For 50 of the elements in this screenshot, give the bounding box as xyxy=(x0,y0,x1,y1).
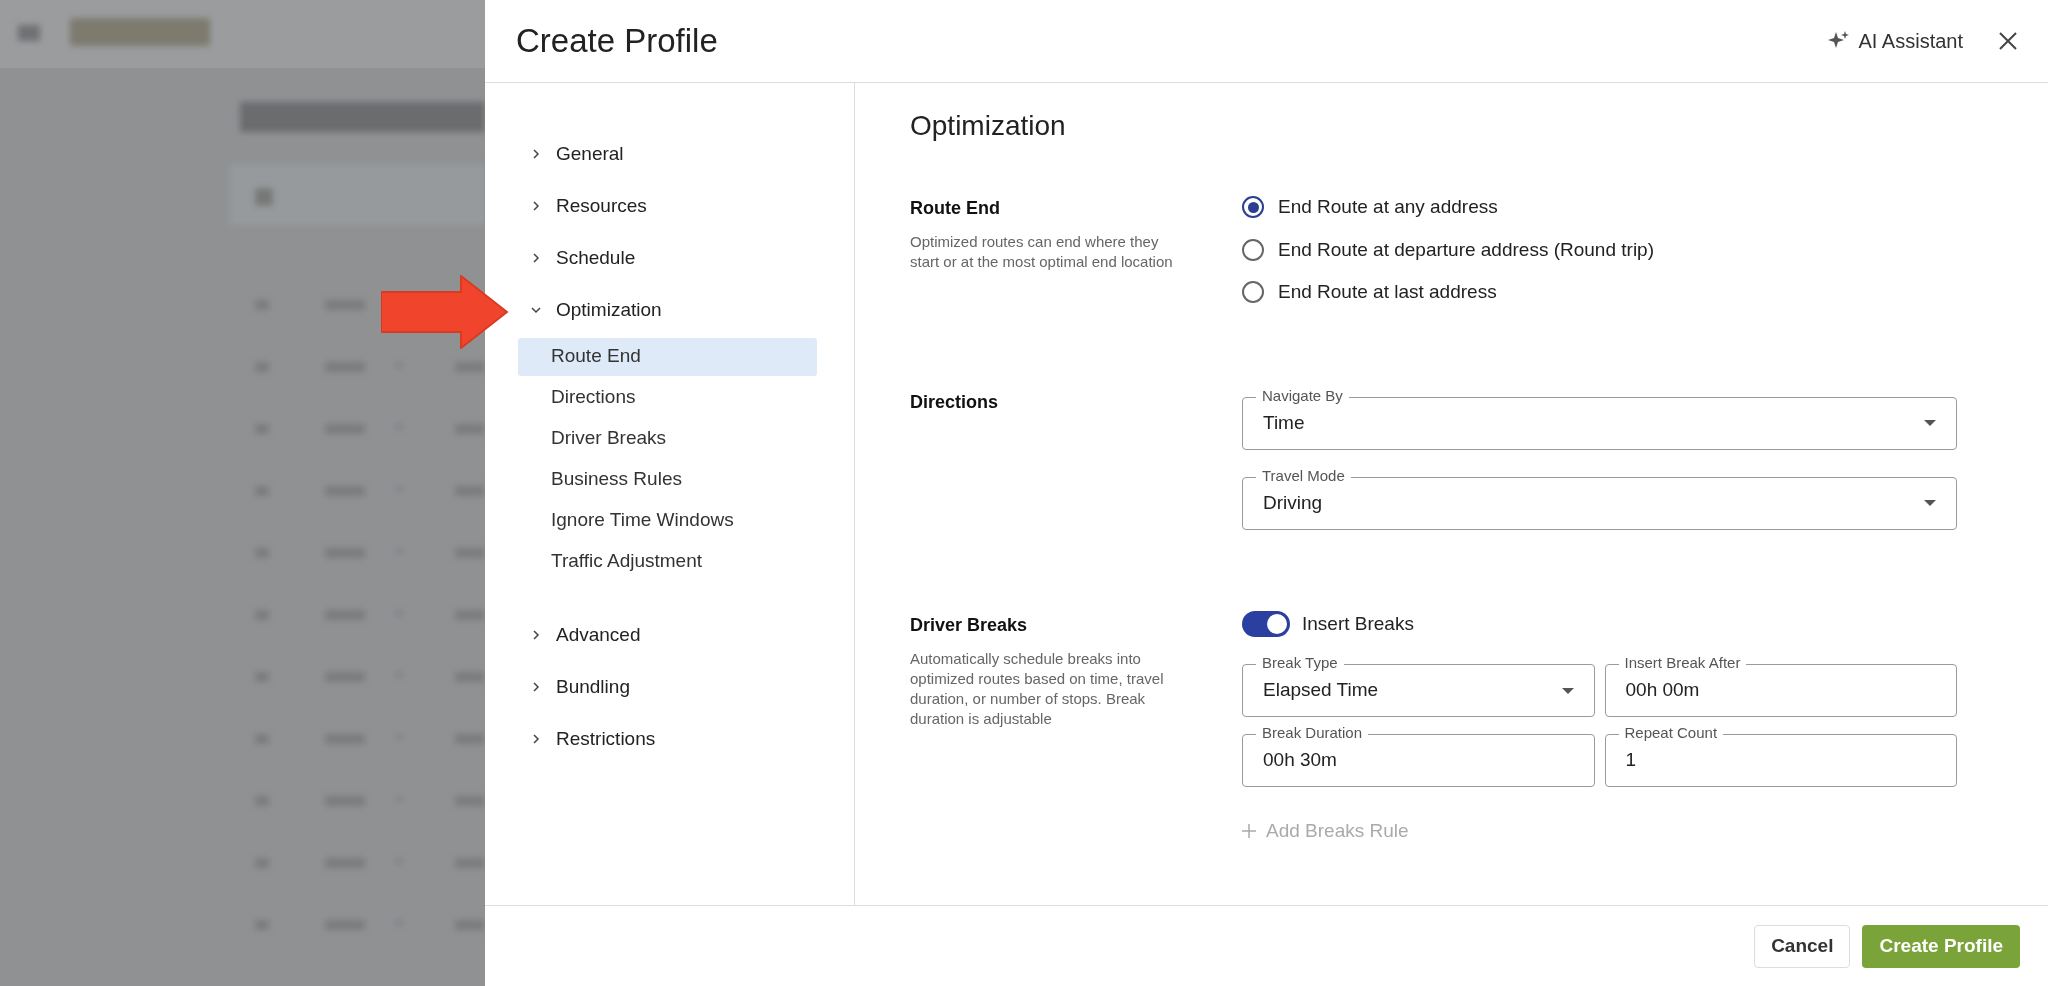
sidebar-subitem[interactable]: Directions xyxy=(518,378,817,417)
sidebar-item[interactable]: Bundling xyxy=(518,661,817,713)
field-value: Driving xyxy=(1263,490,1324,515)
sidebar-subitem[interactable]: Traffic Adjustment xyxy=(518,542,817,581)
field-value: 00h 00m xyxy=(1625,678,1701,703)
field-value: Elapsed Time xyxy=(1263,678,1380,703)
section-title: Route End xyxy=(910,197,1001,220)
close-icon[interactable] xyxy=(1999,32,2017,50)
sidebar-item[interactable]: Advanced xyxy=(518,609,817,661)
pointer-arrow-icon xyxy=(381,274,509,350)
radio-label: End Route at departure address (Round trip) xyxy=(1278,237,1654,262)
toggle-label: Insert Breaks xyxy=(1302,611,1414,636)
sidebar-item[interactable]: Optimization xyxy=(518,284,817,336)
sidebar-item[interactable]: Schedule xyxy=(518,232,817,284)
chevron-icon xyxy=(530,200,542,212)
field-value: 00h 30m xyxy=(1263,748,1338,773)
section-title: Driver Breaks xyxy=(910,613,1029,637)
radio-button[interactable] xyxy=(1242,238,1264,261)
sidebar-subitem[interactable]: Route End xyxy=(518,337,817,376)
field-value: Time xyxy=(1263,410,1306,435)
section-description: Automatically schedule breaks into optimized routes based on time, travel duration, or number of stops. Break duration is adjustable xyxy=(910,648,1165,729)
ai-assistant-button[interactable]: AI Assistant xyxy=(1826,26,1963,56)
sidebar-item[interactable]: General xyxy=(518,128,817,180)
chevron-icon xyxy=(530,733,542,745)
sidebar-item[interactable]: Resources xyxy=(518,180,817,232)
field-label: Break Type xyxy=(1256,654,1344,672)
dropdown-caret-icon xyxy=(1924,500,1936,506)
chevron-icon xyxy=(530,629,542,641)
chevron-icon xyxy=(530,252,542,264)
radio-label: End Route at last address xyxy=(1278,280,1497,304)
chevron-icon xyxy=(530,304,542,316)
plus-icon xyxy=(1242,824,1256,839)
chevron-icon xyxy=(530,148,542,160)
content-title: Optimization xyxy=(910,109,1067,143)
field-value: 1 xyxy=(1625,748,1638,773)
radio-button[interactable] xyxy=(1242,196,1264,219)
cancel-button[interactable]: Cancel xyxy=(1754,924,1851,968)
sidebar-subitem[interactable]: Ignore Time Windows xyxy=(518,501,817,540)
radio-label: End Route at any address xyxy=(1278,195,1498,219)
radio-button[interactable] xyxy=(1242,281,1264,304)
dialog-title: Create Profile xyxy=(516,21,719,62)
toggle-switch[interactable] xyxy=(1242,610,1290,637)
chevron-icon xyxy=(530,681,542,693)
sidebar-item[interactable]: Restrictions xyxy=(518,713,817,765)
section-title: Directions xyxy=(910,390,1000,414)
section-description: Optimized routes can end where they start or at the most optimal end location xyxy=(910,232,1174,272)
dropdown-caret-icon xyxy=(1561,687,1574,694)
sidebar-subitem[interactable]: Business Rules xyxy=(518,460,817,499)
dropdown-caret-icon xyxy=(1924,420,1936,426)
sidebar-subitem[interactable]: Driver Breaks xyxy=(518,419,817,458)
